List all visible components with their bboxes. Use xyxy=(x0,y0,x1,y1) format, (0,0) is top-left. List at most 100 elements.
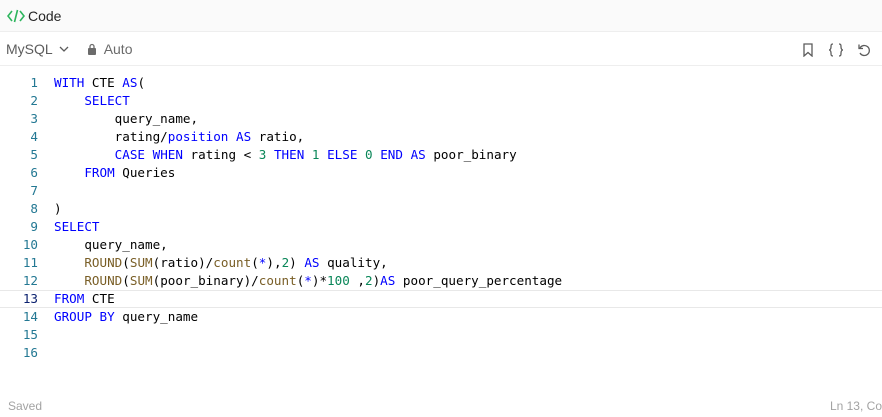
code-line[interactable]: 10 query_name, xyxy=(0,236,882,254)
code-line[interactable]: 13 FROM CTE xyxy=(0,290,882,308)
line-number: 3 xyxy=(30,111,38,126)
code-token: count xyxy=(213,255,252,270)
code-text: SELECT xyxy=(54,218,100,236)
code-line[interactable]: 7 xyxy=(0,182,882,200)
braces-icon xyxy=(828,42,844,57)
auto-mode[interactable]: Auto xyxy=(87,41,133,57)
code-line[interactable]: 9 SELECT xyxy=(0,218,882,236)
code-line[interactable]: 1 WITH CTE AS( xyxy=(0,74,882,92)
code-line[interactable]: 2 SELECT xyxy=(0,92,882,110)
code-text: rating/position AS ratio, xyxy=(54,128,305,146)
code-text: ROUND(SUM(poor_binary)/count(*)*100 ,2)A… xyxy=(54,272,562,290)
language-select[interactable]: MySQL xyxy=(6,41,69,57)
code-line[interactable]: 16 xyxy=(0,344,882,362)
code-token: rating < xyxy=(182,147,259,162)
code-token: 100 xyxy=(327,273,350,288)
code-token: quality, xyxy=(319,255,388,270)
code-line[interactable]: 12 ROUND(SUM(poor_binary)/count(*)*100 ,… xyxy=(0,272,882,290)
code-token: 2 xyxy=(364,273,373,288)
chevron-down-icon xyxy=(59,46,69,52)
code-text: WITH CTE AS( xyxy=(54,74,145,92)
bookmark-button[interactable] xyxy=(800,42,816,58)
line-number: 5 xyxy=(30,147,38,162)
code-icon xyxy=(6,9,26,23)
line-number: 7 xyxy=(30,183,38,198)
code-text: GROUP BY query_name xyxy=(54,308,198,326)
code-text: query_name, xyxy=(54,236,168,254)
code-token: ELSE xyxy=(327,147,358,162)
lock-icon xyxy=(87,43,96,55)
code-line[interactable]: 11 ROUND(SUM(ratio)/count(*),2) AS quali… xyxy=(0,254,882,272)
code-token: WHEN xyxy=(152,147,183,162)
line-number: 4 xyxy=(30,129,38,144)
code-token: AS xyxy=(380,273,396,288)
code-token: AS xyxy=(304,255,320,270)
code-token: (poor_binary)/ xyxy=(152,273,259,288)
code-token: ), xyxy=(266,255,282,270)
code-line[interactable]: 4 rating/position AS ratio, xyxy=(0,128,882,146)
save-status: Saved xyxy=(8,399,43,413)
code-token: SUM xyxy=(129,273,153,288)
code-token: ( xyxy=(251,255,259,270)
code-line[interactable]: 6 FROM Queries xyxy=(0,164,882,182)
code-token: ( xyxy=(122,255,130,270)
line-number: 14 xyxy=(22,309,38,324)
code-token: ( xyxy=(137,75,146,90)
code-token: GROUP BY xyxy=(54,309,115,324)
code-text: ROUND(SUM(ratio)/count(*),2) AS quality, xyxy=(54,254,388,272)
code-token: FROM xyxy=(84,165,115,180)
code-token: THEN xyxy=(273,147,305,162)
reset-button[interactable] xyxy=(856,42,872,58)
line-number: 13 xyxy=(22,291,38,306)
code-text: ) xyxy=(54,200,62,218)
line-number: 10 xyxy=(22,237,38,252)
code-text: SELECT xyxy=(54,92,130,110)
code-token: (ratio)/ xyxy=(152,255,214,270)
code-token: query_name, xyxy=(54,237,168,252)
code-line[interactable]: 8) xyxy=(0,200,882,218)
code-token: query_name, xyxy=(54,111,199,126)
code-token: ROUND xyxy=(84,273,123,288)
code-token: poor_binary xyxy=(425,147,517,162)
line-number: 11 xyxy=(22,255,38,270)
code-line[interactable]: 15 xyxy=(0,326,882,344)
code-editor[interactable]: 1 WITH CTE AS(2 SELECT 3 query_name, 4 rati… xyxy=(0,74,882,364)
code-token: CASE xyxy=(114,147,146,162)
code-token: ) xyxy=(289,255,305,270)
panel-title: Code xyxy=(28,7,62,24)
code-token: rating/ xyxy=(54,129,168,144)
code-line[interactable]: 3 query_name, xyxy=(0,110,882,128)
code-token: ROUND xyxy=(84,255,123,270)
toolbar-actions xyxy=(800,33,872,66)
code-token: poor_query_percentage xyxy=(395,273,563,288)
code-token: , xyxy=(349,273,365,288)
code-token: FROM xyxy=(54,291,85,306)
code-line[interactable]: 5 CASE WHEN rating < 3 THEN 1 ELSE 0 END… xyxy=(0,146,882,164)
language-label: MySQL xyxy=(6,41,53,57)
undo-icon xyxy=(858,44,870,56)
code-token: SELECT xyxy=(84,93,130,108)
code-token: WITH xyxy=(54,75,85,90)
code-token: ratio, xyxy=(251,129,305,144)
line-number: 1 xyxy=(30,75,38,90)
code-token: ) xyxy=(54,201,62,216)
line-number: 16 xyxy=(22,345,38,360)
status-bar: Saved Ln 13, Co xyxy=(0,395,882,417)
line-number: 12 xyxy=(22,273,38,288)
code-token: CTE xyxy=(84,75,123,90)
code-line[interactable]: 14 GROUP BY query_name xyxy=(0,308,882,326)
format-button[interactable] xyxy=(828,42,844,58)
code-text: query_name, xyxy=(54,110,198,128)
panel-header: Code xyxy=(0,0,882,32)
